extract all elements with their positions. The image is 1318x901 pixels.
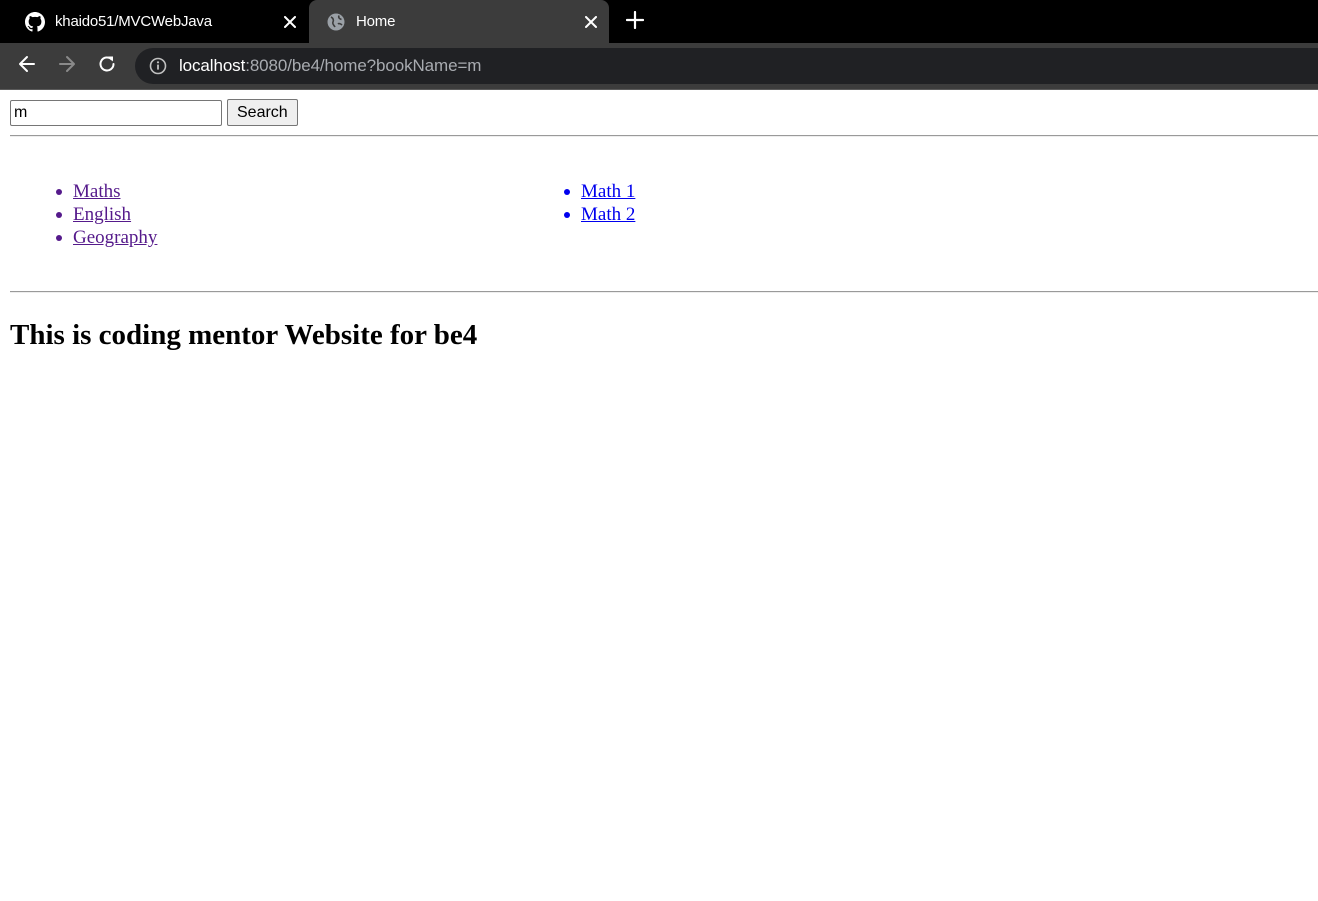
tab-home[interactable]: Home <box>309 0 609 43</box>
url-host: localhost <box>179 56 246 75</box>
search-input[interactable] <box>10 99 222 126</box>
info-icon[interactable] <box>147 55 169 77</box>
book-link-math-1[interactable]: Math 1 <box>581 181 635 202</box>
url-path: :8080/be4/home?bookName=m <box>245 56 482 75</box>
list-item: Math 1 <box>564 180 635 203</box>
category-list: Maths English Geography <box>56 180 157 249</box>
close-icon[interactable] <box>577 8 605 36</box>
close-icon[interactable] <box>276 8 304 36</box>
globe-icon <box>325 11 347 33</box>
new-tab-button[interactable] <box>620 7 650 37</box>
arrow-left-icon <box>17 54 37 79</box>
list-item: Maths <box>56 180 157 203</box>
bullet-icon <box>564 212 570 218</box>
browser-toolbar: localhost:8080/be4/home?bookName=m <box>0 43 1318 89</box>
reload-icon <box>97 54 117 79</box>
page-content: Search Maths English Geography Math 1 <box>0 90 1318 901</box>
divider <box>10 291 1318 293</box>
tab-strip: khaido51/MVCWebJava Home <box>0 0 1318 43</box>
book-link-math-2[interactable]: Math 2 <box>581 204 635 225</box>
search-form: Search <box>10 99 298 126</box>
category-link-english[interactable]: English <box>73 204 131 225</box>
bullet-icon <box>56 235 62 241</box>
page-heading: This is coding mentor Website for be4 <box>10 319 478 351</box>
list-item: English <box>56 203 157 226</box>
tab-title: khaido51/MVCWebJava <box>55 13 212 30</box>
browser-window: khaido51/MVCWebJava Home localhost:8080… <box>0 0 1318 901</box>
forward-button[interactable] <box>52 51 82 81</box>
reload-button[interactable] <box>92 51 122 81</box>
arrow-right-icon <box>57 54 77 79</box>
back-button[interactable] <box>12 51 42 81</box>
book-list: Math 1 Math 2 <box>564 180 635 226</box>
list-item: Geography <box>56 226 157 249</box>
tab-title: Home <box>356 13 396 30</box>
divider <box>10 135 1318 137</box>
bullet-icon <box>564 189 570 195</box>
list-item: Math 2 <box>564 203 635 226</box>
bullet-icon <box>56 212 62 218</box>
bullet-icon <box>56 189 62 195</box>
github-icon <box>24 11 46 33</box>
tab-github[interactable]: khaido51/MVCWebJava <box>0 0 308 43</box>
category-link-geography[interactable]: Geography <box>73 227 157 248</box>
category-link-maths[interactable]: Maths <box>73 181 121 202</box>
address-bar[interactable]: localhost:8080/be4/home?bookName=m <box>135 48 1318 84</box>
plus-icon <box>625 10 645 34</box>
search-button[interactable]: Search <box>227 99 298 126</box>
